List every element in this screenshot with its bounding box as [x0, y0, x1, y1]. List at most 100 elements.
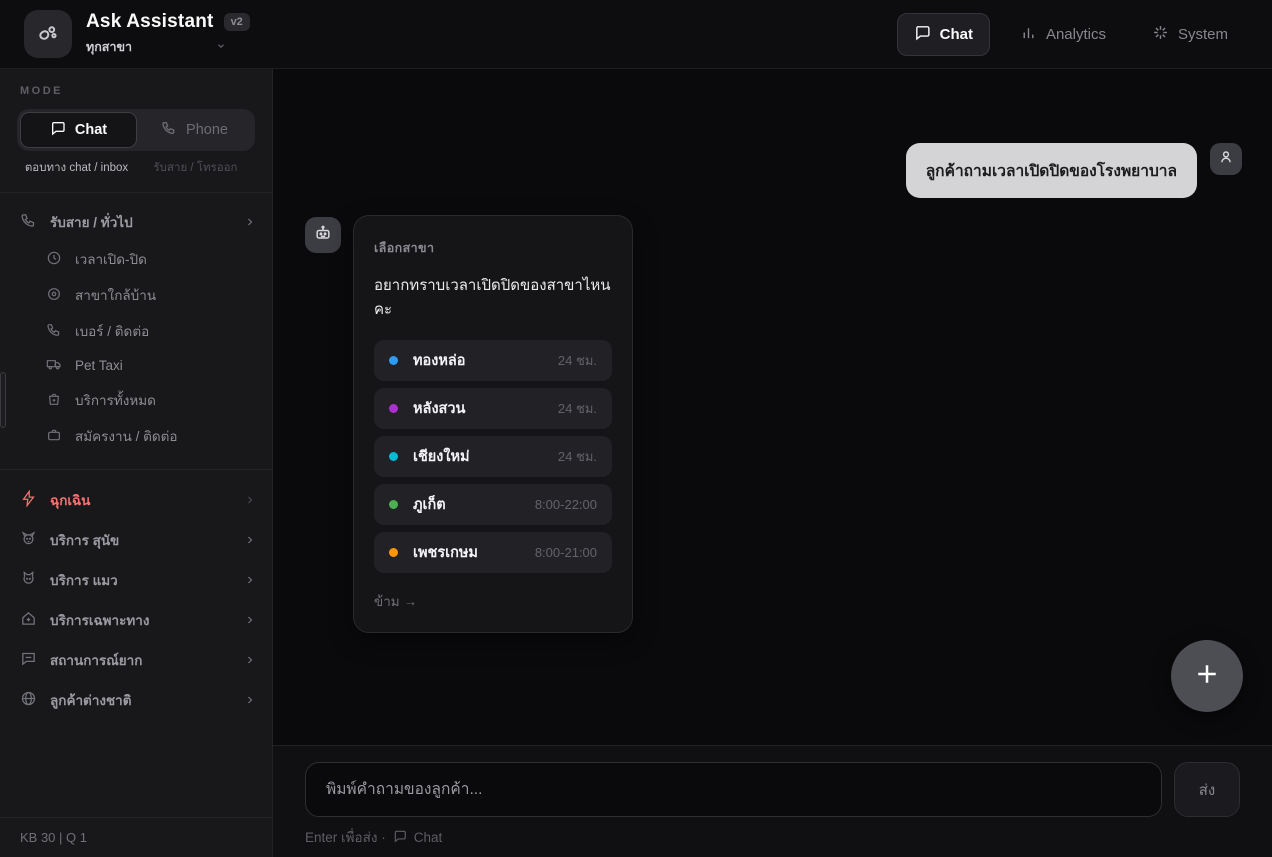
sidebar-group-label: ลูกค้าต่างชาติ [50, 689, 231, 711]
sidebar-divider [0, 469, 272, 470]
sidebar-divider [0, 192, 272, 193]
card-question: อยากทราบเวลาเปิดปิดของสาขาไหนคะ [374, 273, 612, 321]
mode-section-label: MODE [0, 85, 272, 97]
sidebar-item-all-services[interactable]: บริการทั้งหมด [0, 382, 272, 418]
sidebar-group-emergency[interactable]: ฉุกเฉิน [0, 480, 272, 520]
hospital-building-icon [20, 610, 37, 630]
bar-chart-icon [1020, 24, 1037, 45]
branch-dot [389, 500, 398, 509]
sidebar-group-general[interactable]: รับสาย / ทั่วไป [0, 203, 272, 241]
branch-hours: 8:00-22:00 [535, 497, 597, 512]
hint-mode: Chat [414, 830, 443, 845]
sidebar-group-dog-services[interactable]: บริการ สุนัข [0, 520, 272, 560]
question-input[interactable] [305, 762, 1162, 817]
sidebar-group-label: สถานการณ์ยาก [50, 649, 231, 671]
tab-analytics-label: Analytics [1046, 26, 1106, 43]
branch-option-langsuan[interactable]: หลังสวน 24 ชม. [374, 388, 612, 429]
chevron-right-icon [244, 534, 256, 546]
chat-bubble-icon [50, 120, 66, 140]
sidebar-item-open-hours[interactable]: เวลาเปิด-ปิด [0, 241, 272, 277]
mode-phone-label: Phone [186, 122, 228, 138]
sidebar-group-specialty-services[interactable]: บริการเฉพาะทาง [0, 600, 272, 640]
sidebar-group-foreign-customers[interactable]: ลูกค้าต่างชาติ [0, 680, 272, 720]
composer-hint: Enter เพื่อส่ง · Chat [305, 826, 1240, 848]
branch-option-thonglor[interactable]: ทองหล่อ 24 ชม. [374, 340, 612, 381]
branch-name: เพชรเกษม [413, 541, 535, 564]
user-message-row: ลูกค้าถามเวลาเปิดปิดของโรงพยาบาล [305, 143, 1242, 198]
tab-chat-label: Chat [940, 26, 973, 43]
main-panel: ลูกค้าถามเวลาเปิดปิดของโรงพยาบาล [273, 69, 1272, 857]
branch-selector-value: ทุกสาขา [86, 37, 132, 57]
kb-stats: KB 30 | Q 1 [20, 830, 87, 845]
sidebar-group-cat-services[interactable]: บริการ แมว [0, 560, 272, 600]
user-avatar [1210, 143, 1242, 175]
sidebar-group-label: บริการ แมว [50, 569, 231, 591]
globe-icon [20, 690, 37, 710]
sidebar-item-label: บริการทั้งหมด [75, 389, 156, 411]
sidebar-item-contact-number[interactable]: เบอร์ / ติดต่อ [0, 313, 272, 349]
mode-descriptions: ตอบทาง chat / inbox รับสาย / โทรออก [17, 159, 255, 177]
title-block: Ask Assistant v2 ทุกสาขา [86, 11, 250, 57]
sidebar-group-label: รับสาย / ทั่วไป [50, 211, 231, 233]
sidebar-group-difficult-situations[interactable]: สถานการณ์ยาก [0, 640, 272, 680]
sidebar-item-jobs-contact[interactable]: สมัครงาน / ติดต่อ [0, 418, 272, 454]
branch-option-chiangmai[interactable]: เชียงใหม่ 24 ชม. [374, 436, 612, 477]
message-square-icon [20, 650, 37, 670]
header-brand: Ask Assistant v2 ทุกสาขา [24, 10, 250, 58]
chat-area: ลูกค้าถามเวลาเปิดปิดของโรงพยาบาล [273, 69, 1272, 745]
chevron-right-icon [244, 694, 256, 706]
composer: ส่ง Enter เพื่อส่ง · Chat [273, 745, 1272, 857]
branch-name: ทองหล่อ [413, 349, 558, 372]
caret-down-icon [216, 40, 226, 54]
tab-chat[interactable]: Chat [897, 13, 990, 56]
cat-icon [20, 570, 37, 590]
mode-toggle: Chat Phone [17, 109, 255, 151]
bag-plus-icon [46, 391, 62, 410]
branch-name: เชียงใหม่ [413, 445, 558, 468]
bot-message-row: เลือกสาขา อยากทราบเวลาเปิดปิดของสาขาไหนค… [305, 215, 1242, 633]
chat-bubble-icon [914, 24, 931, 45]
phone-icon [20, 212, 37, 232]
skip-link[interactable]: ข้าม → [374, 590, 612, 612]
sidebar-item-nearby-branch[interactable]: สาขาใกล้บ้าน [0, 277, 272, 313]
sidebar-item-label: เวลาเปิด-ปิด [75, 248, 147, 270]
app-title: Ask Assistant [86, 11, 214, 33]
version-badge: v2 [224, 13, 250, 31]
sparkle-icon [1152, 24, 1169, 45]
branch-picker-card: เลือกสาขา อยากทราบเวลาเปิดปิดของสาขาไหนค… [353, 215, 633, 633]
app-root: Ask Assistant v2 ทุกสาขา Chat [0, 0, 1272, 857]
branch-dot [389, 404, 398, 413]
tab-system-label: System [1178, 26, 1228, 43]
user-message-bubble: ลูกค้าถามเวลาเปิดปิดของโรงพยาบาล [906, 143, 1197, 198]
mode-chat-label: Chat [75, 122, 107, 138]
sidebar-group-label: บริการ สุนัข [50, 529, 231, 551]
card-label: เลือกสาขา [374, 238, 612, 258]
branch-option-phetkasem[interactable]: เพชรเกษม 8:00-21:00 [374, 532, 612, 573]
briefcase-icon [46, 427, 62, 446]
phone-icon [46, 322, 62, 341]
tab-system[interactable]: System [1136, 14, 1244, 55]
plus-icon [1192, 659, 1222, 694]
send-button[interactable]: ส่ง [1174, 762, 1240, 817]
sidebar-group-label: บริการเฉพาะทาง [50, 609, 231, 631]
sidebar-item-label: เบอร์ / ติดต่อ [75, 320, 149, 342]
branch-option-phuket[interactable]: ภูเก็ต 8:00-22:00 [374, 484, 612, 525]
chevron-right-icon [244, 614, 256, 626]
new-chat-fab[interactable] [1171, 640, 1243, 712]
branch-name: ภูเก็ต [413, 493, 535, 516]
paw-logo-icon [24, 10, 72, 58]
chat-bubble-icon [393, 829, 407, 846]
dog-icon [20, 530, 37, 550]
tab-analytics[interactable]: Analytics [1004, 14, 1122, 55]
branch-list: ทองหล่อ 24 ชม. หลังสวน 24 ชม. เชียงใหม่ [374, 340, 612, 573]
branch-selector[interactable]: ทุกสาขา [86, 37, 226, 57]
sidebar-item-pet-taxi[interactable]: Pet Taxi [0, 349, 272, 382]
mode-phone-button[interactable]: Phone [137, 112, 252, 148]
robot-icon [313, 223, 333, 248]
sidebar-footer: KB 30 | Q 1 [0, 817, 272, 857]
sidebar-scrollbar[interactable] [0, 372, 6, 428]
mode-chat-button[interactable]: Chat [20, 112, 137, 148]
branch-hours: 24 ชม. [558, 446, 597, 467]
header-tabs: Chat Analytics System [897, 13, 1244, 56]
truck-icon [46, 356, 62, 375]
